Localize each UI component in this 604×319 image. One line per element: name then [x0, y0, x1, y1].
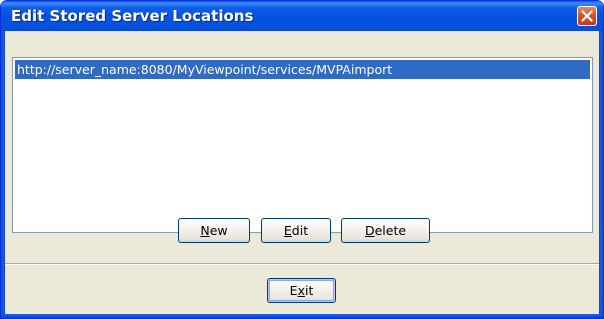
window-title: Edit Stored Server Locations [11, 7, 254, 25]
close-button[interactable] [577, 6, 597, 26]
edit-button[interactable]: Edit [261, 218, 331, 243]
new-button-mnemonic: N [200, 223, 210, 238]
edit-button-mnemonic: E [283, 223, 292, 238]
new-button[interactable]: New [178, 218, 250, 243]
dialog-window: Edit Stored Server Locations http://serv… [0, 0, 604, 319]
dialog-body: http://server_name:8080/MyViewpoint/serv… [5, 31, 599, 314]
list-item-label: http://server_name:8080/MyViewpoint/serv… [17, 62, 393, 77]
close-icon [581, 10, 593, 22]
exit-button[interactable]: Exit [267, 278, 336, 303]
separator [5, 263, 599, 265]
delete-button[interactable]: Delete [341, 218, 430, 243]
list-item[interactable]: http://server_name:8080/MyViewpoint/serv… [15, 60, 590, 79]
title-bar[interactable]: Edit Stored Server Locations [1, 1, 603, 31]
server-locations-list[interactable]: http://server_name:8080/MyViewpoint/serv… [12, 57, 593, 233]
exit-button-mnemonic: x [297, 283, 305, 298]
window-frame-right [599, 31, 603, 318]
delete-button-mnemonic: D [364, 223, 375, 238]
window-frame-bottom [1, 314, 603, 318]
